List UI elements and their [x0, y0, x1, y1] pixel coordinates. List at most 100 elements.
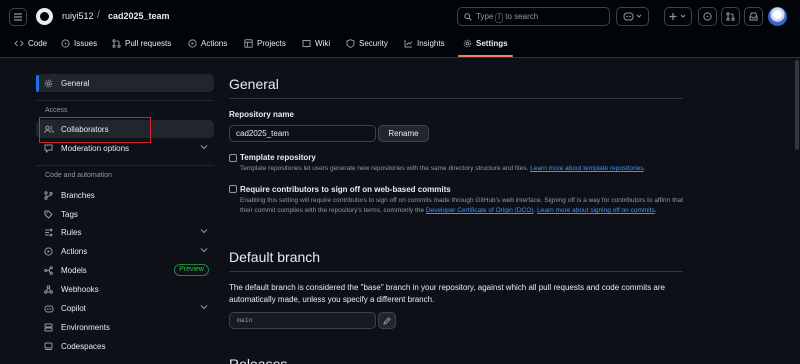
- sidebar-item-label: Environments: [61, 322, 110, 332]
- pencil-icon: [383, 316, 391, 325]
- webhook-icon: [44, 284, 53, 294]
- codespaces-icon: [44, 342, 53, 350]
- gear-icon: [44, 79, 53, 87]
- tab-code[interactable]: Code: [14, 39, 47, 48]
- chevron-down-icon: [200, 305, 208, 310]
- search-placeholder-type: Type: [476, 12, 494, 21]
- dco-link[interactable]: Developer Certificate of Origin (DCO): [426, 207, 534, 214]
- sidebar-item-actions[interactable]: Actions: [36, 242, 214, 260]
- sidebar-item-label: Moderation options: [61, 143, 130, 153]
- sidebar-item-label: Models: [61, 265, 87, 275]
- tab-issues[interactable]: Issues: [61, 39, 97, 48]
- copilot-icon: [44, 305, 54, 312]
- sidebar-item-tags[interactable]: Tags: [36, 205, 214, 223]
- section-divider: [229, 271, 683, 272]
- search-input[interactable]: Type / to search: [457, 7, 610, 26]
- preview-badge: Preview: [174, 264, 209, 276]
- chevron-down-icon: [200, 229, 208, 234]
- signoff-learn-more-link[interactable]: Learn more about signing off on commits: [537, 207, 655, 214]
- git-pull-request-icon: [112, 39, 121, 48]
- default-branch-value: main: [237, 317, 253, 324]
- plus-icon: [669, 13, 686, 20]
- sidebar-item-label: Copilot: [61, 303, 86, 313]
- code-icon: [14, 40, 24, 47]
- signoff-checkbox[interactable]: [229, 185, 237, 193]
- git-branch-icon: [44, 190, 53, 200]
- sidebar-item-copilot[interactable]: Copilot: [36, 299, 214, 317]
- repository-name-label: Repository name: [229, 110, 294, 119]
- gear-icon: [463, 39, 472, 48]
- rename-button[interactable]: Rename: [378, 125, 429, 142]
- tab-actions[interactable]: Actions: [188, 39, 227, 48]
- tab-insights[interactable]: Insights: [404, 39, 445, 48]
- sidebar-item-webhooks[interactable]: Webhooks: [36, 280, 214, 298]
- hamburger-menu-button[interactable]: [9, 8, 27, 26]
- pull-requests-button[interactable]: [721, 7, 740, 26]
- section-divider: [229, 98, 683, 99]
- sidebar-item-moderation-options[interactable]: Moderation options: [36, 139, 214, 157]
- breadcrumb-owner[interactable]: ruiyi512: [62, 11, 94, 21]
- edit-default-branch-button[interactable]: [378, 312, 396, 329]
- tab-label: Pull requests: [125, 39, 172, 48]
- sidebar-item-label: Rules: [61, 227, 82, 237]
- default-branch-description: The default branch is considered the "ba…: [229, 283, 665, 304]
- breadcrumb-repo[interactable]: cad2025_team: [108, 11, 170, 21]
- tab-pull-requests[interactable]: Pull requests: [112, 39, 171, 48]
- tab-label: Code: [28, 39, 48, 48]
- sidebar-item-environments[interactable]: Environments: [36, 318, 214, 336]
- search-shortcut-key: /: [495, 13, 504, 23]
- template-repository-description: Template repositories let users generate…: [240, 165, 646, 172]
- page-title: General: [229, 76, 279, 92]
- tab-security[interactable]: Security: [346, 39, 388, 48]
- copilot-button[interactable]: [616, 7, 649, 26]
- tab-label: Insights: [417, 39, 445, 48]
- table-icon: [244, 39, 253, 48]
- chevron-down-icon: [200, 248, 208, 253]
- server-icon: [44, 323, 53, 331]
- signoff-description: Enabling this setting will require contr…: [240, 197, 684, 214]
- inbox-button[interactable]: [744, 7, 763, 26]
- sidebar-item-collaborators[interactable]: Collaborators: [36, 120, 214, 138]
- report-icon: [44, 144, 53, 153]
- sidebar-item-branches[interactable]: Branches: [36, 186, 214, 204]
- breadcrumb-separator: /: [97, 10, 100, 21]
- sidebar-item-label: Actions: [61, 246, 88, 256]
- tab-label: Projects: [257, 39, 286, 48]
- sidebar-item-models[interactable]: Models Preview: [36, 261, 214, 279]
- issue-opened-icon: [703, 12, 712, 21]
- issues-button[interactable]: [698, 7, 717, 26]
- sidebar-item-label: Codespaces: [61, 341, 106, 351]
- inbox-icon: [749, 12, 758, 21]
- tab-label: Issues: [74, 39, 98, 48]
- search-placeholder-suffix: to search: [505, 12, 539, 21]
- tab-wiki[interactable]: Wiki: [302, 39, 330, 48]
- git-pull-request-icon: [726, 12, 735, 21]
- user-avatar[interactable]: [768, 7, 787, 26]
- repository-name-input[interactable]: [229, 125, 376, 142]
- tag-icon: [44, 210, 53, 219]
- chevron-down-icon: [200, 145, 208, 150]
- template-learn-more-link[interactable]: Learn more about template repositories: [530, 165, 643, 172]
- create-new-button[interactable]: [664, 7, 692, 26]
- search-icon: [464, 13, 472, 21]
- sidebar-item-codespaces[interactable]: Codespaces: [36, 337, 214, 355]
- default-branch-field: main: [229, 312, 376, 329]
- template-desc-text: Template repositories let users generate…: [240, 165, 529, 172]
- shield-icon: [346, 39, 355, 48]
- template-repository-checkbox[interactable]: [229, 154, 237, 162]
- sidebar-divider: [36, 165, 214, 166]
- copilot-icon: [623, 12, 641, 21]
- sidebar-item-label: Branches: [61, 190, 95, 200]
- default-branch-heading: Default branch: [229, 249, 321, 265]
- play-icon: [188, 39, 197, 48]
- tab-projects[interactable]: Projects: [244, 39, 286, 48]
- template-repository-title: Template repository: [240, 153, 316, 162]
- tab-label: Wiki: [315, 39, 331, 48]
- active-tab-indicator: [458, 55, 513, 57]
- sidebar-item-rules[interactable]: Rules: [36, 223, 214, 241]
- sidebar-item-general[interactable]: General: [36, 74, 214, 92]
- github-logo-icon[interactable]: [36, 8, 53, 25]
- scrollbar-thumb[interactable]: [795, 60, 799, 150]
- play-icon: [44, 246, 53, 256]
- tab-settings[interactable]: Settings: [463, 39, 508, 48]
